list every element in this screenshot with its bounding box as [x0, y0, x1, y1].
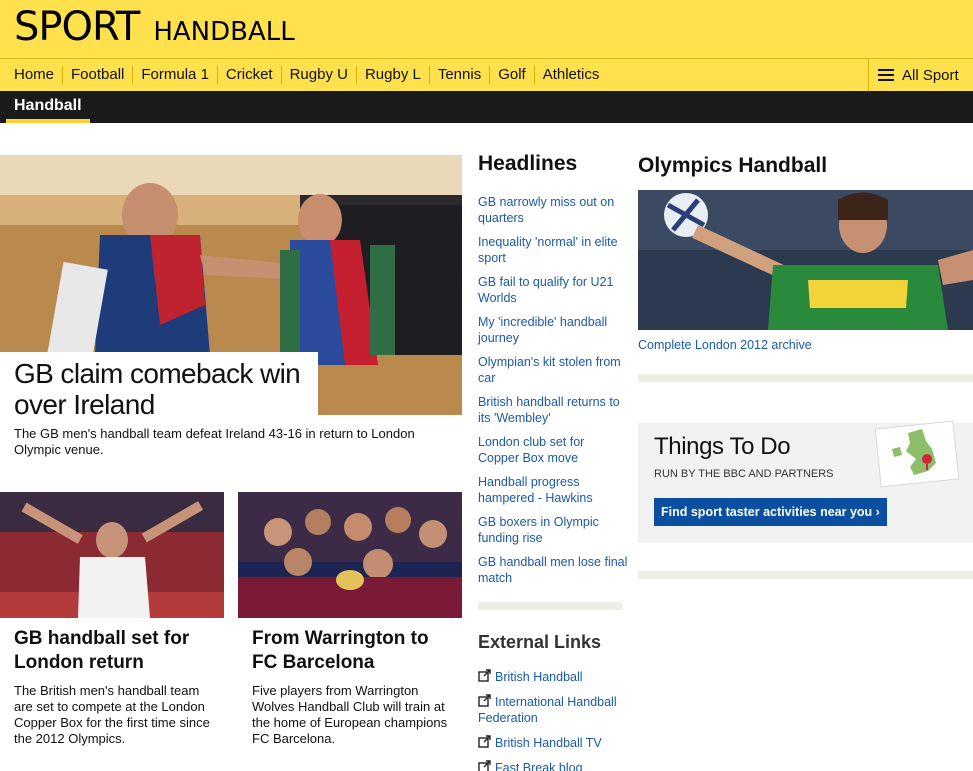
headline-link[interactable]: GB handball men lose final match [478, 554, 628, 586]
nav-item-formula-1[interactable]: Formula 1 [132, 66, 217, 84]
headline-link[interactable]: My 'incredible' handball journey [478, 314, 628, 346]
headlines-title: Headlines [478, 152, 578, 175]
nav-item-cricket[interactable]: Cricket [216, 66, 281, 84]
headlines-divider [478, 602, 622, 610]
all-sport-label: All Sport [902, 66, 959, 84]
uk-map-icon [874, 420, 960, 488]
sport-nav: Home Football Formula 1 Cricket Rugby U … [0, 58, 973, 91]
external-link[interactable]: International Handball Federation [478, 693, 628, 726]
external-link-label: Fast Break blog [495, 761, 583, 771]
headline-link[interactable]: London club set for Copper Box move [478, 434, 628, 466]
things-to-do-subtitle: RUN BY THE BBC AND PARTNERS [654, 468, 834, 480]
brand-logo[interactable]: SPORT HANDBALL [14, 4, 295, 50]
nav-item-tennis[interactable]: Tennis [428, 66, 489, 84]
external-link-icon [478, 669, 491, 682]
nav-list: Home Football Formula 1 Cricket Rugby U … [6, 59, 607, 91]
brand-section: HANDBALL [153, 17, 295, 47]
story-summary: The British men's handball team are set … [14, 683, 210, 746]
story-summary: Five players from Warrington Wolves Hand… [252, 683, 448, 746]
headline-link[interactable]: Inequality 'normal' in elite sport [478, 234, 628, 266]
nav-item-rugby-union[interactable]: Rugby U [280, 66, 356, 84]
headline-link[interactable]: Olympian's kit stolen from car [478, 354, 628, 386]
external-links-title: External Links [478, 632, 602, 652]
external-link-label: British Handball [495, 670, 583, 684]
headline-link[interactable]: Handball progress hampered - Hawkins [478, 474, 628, 506]
subnav-item-handball[interactable]: Handball [6, 91, 90, 123]
things-to-do-title: Things To Do [654, 433, 791, 460]
external-link[interactable]: Fast Break blog [478, 759, 628, 771]
olympics-title: Olympics Handball [638, 154, 828, 177]
headlines-list: GB narrowly miss out on quarters Inequal… [478, 194, 628, 594]
external-link-icon [478, 735, 491, 748]
external-link-label: International Handball Federation [478, 695, 617, 725]
headline-link[interactable]: GB narrowly miss out on quarters [478, 194, 628, 226]
find-activities-button[interactable]: Find sport taster activities near you › [654, 498, 887, 526]
story-title[interactable]: GB handball set for London return [14, 627, 210, 675]
main-story-summary: The GB men's handball team defeat Irelan… [14, 426, 415, 457]
story-card: GB handball set for London return The Br… [0, 492, 224, 747]
all-sport-button[interactable]: All Sport [868, 59, 973, 91]
nav-item-athletics[interactable]: Athletics [533, 66, 608, 84]
story-title[interactable]: From Warrington to FC Barcelona [252, 627, 448, 675]
headline-link[interactable]: GB boxers in Olympic funding rise [478, 514, 628, 546]
nav-item-home[interactable]: Home [6, 66, 62, 84]
headline-link[interactable]: British handball returns to its 'Wembley… [478, 394, 628, 426]
olympics-image[interactable] [638, 190, 973, 330]
headline-link[interactable]: GB fail to qualify for U21 Worlds [478, 274, 628, 306]
nav-item-football[interactable]: Football [62, 66, 132, 84]
external-link[interactable]: British Handball TV [478, 734, 628, 751]
external-link[interactable]: British Handball [478, 668, 628, 685]
story-image[interactable] [238, 492, 462, 618]
section-subnav: Handball [0, 91, 973, 123]
olympics-divider [638, 374, 973, 382]
external-links-list: British Handball International Handball … [478, 668, 628, 771]
menu-icon [878, 69, 894, 81]
promo-divider [638, 571, 973, 579]
main-story-headline[interactable]: GB claim comeback win over Ireland [14, 358, 314, 420]
masthead: SPORT HANDBALL [0, 0, 973, 58]
nav-item-rugby-league[interactable]: Rugby L [355, 66, 429, 84]
external-link-icon [478, 760, 491, 771]
external-link-label: British Handball TV [495, 736, 602, 750]
external-link-icon [478, 694, 491, 707]
olympics-archive-link[interactable]: Complete London 2012 archive [638, 338, 812, 352]
brand-sport: SPORT [14, 4, 140, 50]
story-card: From Warrington to FC Barcelona Five pla… [238, 492, 462, 747]
things-to-do-promo: Things To Do RUN BY THE BBC AND PARTNERS… [638, 420, 973, 543]
nav-item-golf[interactable]: Golf [489, 66, 534, 84]
story-image[interactable] [0, 492, 224, 618]
